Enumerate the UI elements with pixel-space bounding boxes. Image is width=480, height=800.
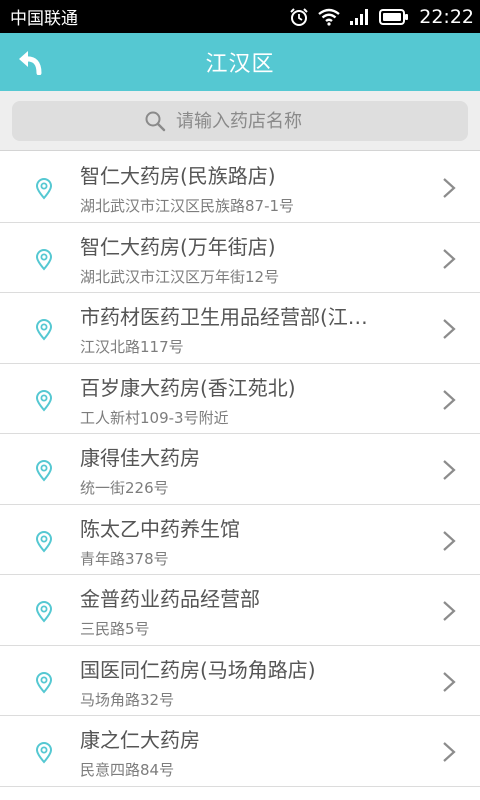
store-name: 康之仁大药房 <box>80 728 200 752</box>
search-box[interactable] <box>12 101 468 141</box>
location-pin-icon <box>35 248 53 271</box>
list-item[interactable]: 智仁大药房(万年街店) 湖北武汉市江汉区万年街12号 <box>0 223 480 293</box>
alarm-icon <box>290 7 308 26</box>
list-item[interactable]: 市药材医药卫生用品经营部(江… 江汉北路117号 <box>0 293 480 364</box>
location-pin-icon <box>35 319 53 341</box>
list-item[interactable]: 智仁大药房(民族路店) 湖北武汉市江汉区民族路87-1号 <box>0 152 480 223</box>
store-address: 三民路5号 <box>80 620 150 638</box>
chevron-right-icon <box>443 178 456 198</box>
list-item[interactable]: 陈太乙中药养生馆 青年路378号 <box>0 505 480 575</box>
status-icons: 22:22 <box>289 6 474 28</box>
store-address: 民意四路84号 <box>80 761 175 779</box>
store-address: 工人新村109-3号附近 <box>80 408 229 427</box>
store-address: 青年路378号 <box>80 549 169 568</box>
store-name: 市药材医药卫生用品经营部(江… <box>80 305 368 329</box>
search-input[interactable] <box>176 110 336 132</box>
chevron-right-icon <box>443 530 456 551</box>
list-item[interactable]: 国医同仁药房(马场角路店) 马场角路32号 <box>0 646 480 716</box>
list-item[interactable]: 金普药业药品经营部 三民路5号 <box>0 575 480 646</box>
store-address: 湖北武汉市江汉区民族路87-1号 <box>80 197 295 215</box>
chevron-right-icon <box>443 319 456 339</box>
store-name: 智仁大药房(民族路店) <box>80 164 276 188</box>
list-item[interactable]: 康得佳大药房 统一街226号 <box>0 434 480 505</box>
chevron-right-icon <box>443 671 456 692</box>
store-name: 智仁大药房(万年街店) <box>80 234 276 259</box>
store-address: 湖北武汉市江汉区万年街12号 <box>80 267 280 286</box>
store-address: 马场角路32号 <box>80 690 175 709</box>
store-name: 国医同仁药房(马场角路店) <box>80 657 316 682</box>
chevron-right-icon <box>443 460 456 480</box>
app-header: 江汉区 <box>0 33 480 91</box>
chevron-right-icon <box>443 389 456 410</box>
chevron-right-icon <box>443 601 456 621</box>
location-pin-icon <box>35 530 53 553</box>
store-name: 陈太乙中药养生馆 <box>80 516 240 541</box>
location-pin-icon <box>35 178 53 200</box>
location-pin-icon <box>35 671 53 694</box>
battery-icon <box>379 8 409 25</box>
list-item[interactable]: 康之仁大药房 民意四路84号 <box>0 716 480 787</box>
location-pin-icon <box>35 601 53 623</box>
signal-icon <box>350 8 369 25</box>
store-name: 康得佳大药房 <box>80 446 200 470</box>
search-icon <box>145 111 166 132</box>
chevron-right-icon <box>443 742 456 762</box>
location-pin-icon <box>35 389 53 412</box>
location-pin-icon <box>35 742 53 764</box>
carrier-name: 中国联通 <box>10 9 78 29</box>
store-list: 智仁大药房(民族路店) 湖北武汉市江汉区民族路87-1号 智仁大药房(万年街店)… <box>0 152 480 787</box>
store-name: 百岁康大药房(香江苑北) <box>80 375 296 400</box>
back-button[interactable] <box>10 41 52 83</box>
location-pin-icon <box>35 460 53 482</box>
status-time: 22:22 <box>419 5 474 28</box>
search-bar <box>0 91 480 151</box>
store-name: 金普药业药品经营部 <box>80 587 260 611</box>
chevron-right-icon <box>443 248 456 269</box>
store-address: 江汉北路117号 <box>80 338 184 356</box>
back-arrow-icon <box>19 51 42 75</box>
page-title: 江汉区 <box>205 52 275 77</box>
status-bar: 中国联通 22:22 <box>0 0 480 33</box>
list-item[interactable]: 百岁康大药房(香江苑北) 工人新村109-3号附近 <box>0 364 480 434</box>
store-address: 统一街226号 <box>80 479 169 497</box>
wifi-icon <box>318 8 340 26</box>
